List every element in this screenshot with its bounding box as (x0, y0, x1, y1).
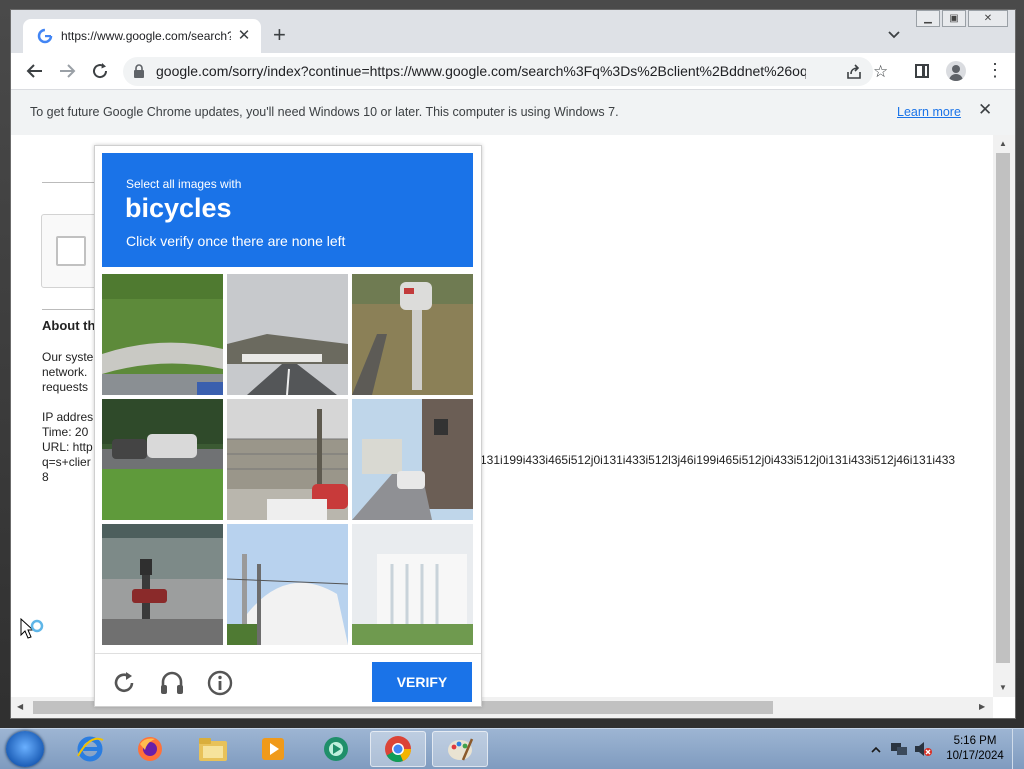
challenge-header: Select all images with bicycles Click ve… (102, 153, 473, 267)
tile-intersection[interactable] (102, 524, 223, 645)
time-line: Time: 20 (42, 425, 89, 439)
verify-button[interactable]: VERIFY (372, 662, 472, 702)
network-icon[interactable] (890, 741, 908, 757)
minimize-icon[interactable]: ▁ (916, 10, 940, 27)
share-icon[interactable] (845, 63, 863, 81)
taskbar: 5:16 PM 10/17/2024 (0, 728, 1024, 769)
recaptcha-checkbox[interactable] (56, 236, 86, 266)
divider (42, 182, 102, 183)
tab-strip: https://www.google.com/search? ✕ + ▁ ▣ ✕ (11, 10, 1015, 53)
new-tab-button[interactable]: + (273, 24, 286, 46)
url-line-end: 8 (42, 470, 49, 484)
volume-muted-icon[interactable] (914, 741, 932, 757)
scroll-down-icon[interactable]: ▼ (999, 683, 1007, 692)
tile-grass-curb[interactable] (102, 274, 223, 395)
update-infobar: To get future Google Chrome updates, you… (11, 89, 1015, 136)
system-clock[interactable]: 5:16 PM 10/17/2024 (946, 734, 1004, 764)
challenge-footer: VERIFY (95, 653, 481, 707)
divider (42, 309, 102, 310)
learn-more-link[interactable]: Learn more (897, 105, 961, 119)
url-text[interactable]: google.com/sorry/index?continue=https://… (156, 63, 806, 79)
chrome-icon[interactable] (370, 731, 426, 767)
scroll-right-icon[interactable]: ▶ (979, 702, 985, 711)
bookmark-star-icon[interactable]: ☆ (873, 62, 888, 82)
close-tab-icon[interactable]: ✕ (235, 27, 253, 45)
about-heading: About th (42, 318, 96, 333)
close-window-icon[interactable]: ✕ (968, 10, 1008, 27)
firefox-icon[interactable] (122, 731, 178, 767)
tile-mailbox[interactable] (352, 274, 473, 395)
vertical-scroll-thumb[interactable] (996, 153, 1010, 663)
instruction-bottom: Click verify once there are none left (126, 233, 346, 249)
close-infobar-icon[interactable]: ✕ (978, 100, 992, 120)
window-controls: ▁ ▣ ✕ (916, 10, 1010, 27)
clock-date: 10/17/2024 (946, 750, 1004, 762)
windows-start-icon[interactable] (6, 731, 44, 767)
menu-kebab-icon[interactable]: ⋮ (986, 61, 1004, 79)
paint-icon[interactable] (432, 731, 488, 767)
url-line-cont: q=s+clier (42, 455, 91, 469)
info-icon[interactable] (206, 669, 234, 697)
tab-title: https://www.google.com/search? (61, 29, 231, 43)
challenge-target: bicycles (125, 193, 232, 223)
browser-toolbar: google.com/sorry/index?continue=https://… (11, 53, 1015, 89)
show-desktop-button[interactable] (1012, 729, 1024, 769)
google-favicon-icon (37, 28, 53, 44)
scroll-up-icon[interactable]: ▲ (999, 139, 1007, 148)
tab-google-sorry[interactable]: https://www.google.com/search? ✕ (23, 19, 261, 53)
para1-line3: requests (42, 380, 89, 394)
scroll-left-icon[interactable]: ◀ (17, 702, 23, 711)
url-line: URL: http (42, 440, 93, 454)
maximize-icon[interactable]: ▣ (942, 10, 966, 27)
tile-street-houses[interactable] (352, 399, 473, 520)
clock-time: 5:16 PM (953, 735, 997, 747)
para1-line2: network. (42, 365, 88, 379)
tile-white-building[interactable] (352, 524, 473, 645)
para1-line1: Our syste (42, 350, 94, 364)
reload-icon[interactable] (90, 61, 110, 81)
tile-building-pole[interactable] (227, 524, 348, 645)
recaptcha-challenge: Select all images with bicycles Click ve… (94, 145, 482, 707)
instruction-top: Select all images with (126, 177, 242, 191)
recorder-app-icon[interactable] (308, 731, 364, 767)
url-long-text: 131i199i433i465i512j0i131i433i512l3j46i1… (480, 453, 956, 467)
internet-explorer-icon[interactable] (62, 731, 118, 767)
mouse-cursor-busy-icon (20, 618, 44, 639)
forward-icon[interactable] (57, 61, 77, 81)
tray-expand-icon[interactable] (871, 745, 881, 755)
audio-challenge-icon[interactable] (158, 669, 186, 697)
infobar-message: To get future Google Chrome updates, you… (30, 105, 619, 119)
lock-icon[interactable] (133, 64, 145, 78)
ip-address-line: IP addres (42, 410, 94, 424)
media-player-icon[interactable] (245, 731, 301, 767)
tile-fence-car[interactable] (227, 399, 348, 520)
file-explorer-icon[interactable] (185, 731, 241, 767)
vertical-scrollbar[interactable]: ▲ ▼ (993, 135, 1015, 697)
tile-parked-cars[interactable] (102, 399, 223, 520)
profile-avatar-icon[interactable] (946, 61, 966, 81)
reload-challenge-icon[interactable] (110, 669, 138, 697)
tile-road-overpass[interactable] (227, 274, 348, 395)
side-panel-icon[interactable] (915, 64, 929, 78)
tab-search-chevron-icon[interactable] (886, 26, 902, 42)
back-icon[interactable] (25, 61, 45, 81)
address-bar[interactable]: google.com/sorry/index?continue=https://… (123, 57, 873, 86)
